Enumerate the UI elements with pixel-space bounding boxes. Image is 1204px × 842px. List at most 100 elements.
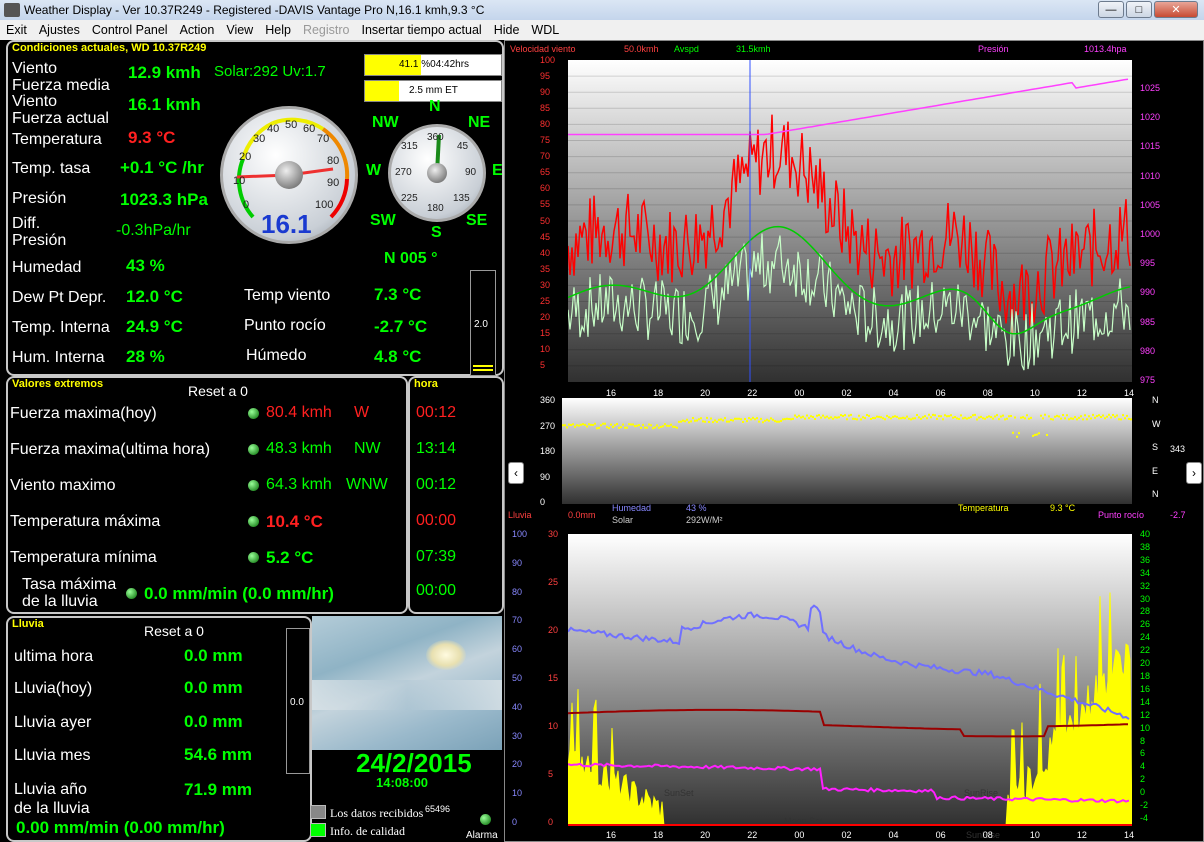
hora-panel: hora 00:12 13:14 00:12 00:00 07:39 00:00: [408, 376, 504, 614]
menu-control-panel[interactable]: Control Panel: [92, 23, 168, 37]
alarm-indicator[interactable]: [480, 814, 491, 825]
menu-registro[interactable]: Registro: [303, 23, 350, 37]
g3-y-right-tick: 10: [1140, 722, 1151, 733]
compass-tick: 225: [401, 193, 418, 204]
g3-y-right-tick: 38: [1140, 541, 1151, 552]
wind-chill-label: Temp viento: [244, 287, 331, 304]
time-max-gust-hour: 13:14: [416, 440, 457, 457]
alarm-label: Alarma: [466, 830, 498, 841]
g1-x-tick: 20: [700, 388, 711, 398]
gauge-tick: 10: [233, 175, 246, 187]
g3-x-tick: 06: [935, 830, 946, 840]
humidity-value: 43 %: [126, 256, 165, 275]
rain-last-hour-value: 0.0 mm: [184, 646, 243, 665]
g1-y-right-tick: 1005: [1140, 199, 1161, 210]
rain-reset[interactable]: Reset a 0: [144, 623, 204, 640]
menu-view[interactable]: View: [226, 23, 253, 37]
moonset-label: Moon Set: [784, 816, 823, 826]
g3-x-tick: 04: [888, 830, 899, 840]
wind-avg-value: 12.9 kmh: [128, 63, 201, 82]
rain-yesterday-value: 0.0 mm: [184, 712, 243, 731]
gauge-value: 16.1: [261, 209, 312, 239]
g1-y-tick: 40: [540, 247, 551, 258]
g3-x-tick: 22: [747, 830, 758, 840]
scroll-right-button[interactable]: ›: [1186, 462, 1202, 484]
menu-action[interactable]: Action: [180, 23, 215, 37]
g1-y-right-tick: 985: [1140, 316, 1156, 327]
status-dot: [126, 588, 137, 599]
solar-series: [568, 592, 1132, 826]
compass-tick: 135: [453, 193, 470, 204]
g3-y-right-tick: 4: [1140, 761, 1146, 772]
g3-y-tick: 0: [512, 817, 518, 827]
gauge-tick: 70: [317, 133, 330, 145]
gauge-hub: [275, 161, 303, 189]
minimize-button[interactable]: —: [1098, 1, 1124, 18]
status-dot: [248, 408, 259, 419]
pressure-value: 1023.3 hPa: [120, 190, 208, 209]
rain-bar-value: 0.0: [290, 697, 304, 708]
g3-x-tick: 14: [1124, 830, 1135, 840]
g3-y-tick: 70: [512, 615, 523, 626]
current-conditions-panel: Condiciones actuales, WD 10.37R249 Vient…: [6, 40, 504, 376]
solar-uv: Solar:292 Uv:1.7: [214, 63, 326, 80]
g3-rain-label: Lluvia: [508, 510, 532, 520]
menu-wdl[interactable]: WDL: [531, 23, 559, 37]
g3-x-tick: 16: [606, 830, 617, 840]
rain-yesterday-label: Lluvia ayer: [14, 714, 92, 731]
extremes-reset[interactable]: Reset a 0: [188, 383, 248, 400]
compass-tick: 45: [457, 141, 469, 152]
g2-y-tick: 180: [540, 446, 556, 456]
g1-y-tick: 60: [540, 183, 551, 194]
compass-sw: SW: [370, 212, 396, 229]
g3-y-right-tick: 24: [1140, 632, 1151, 643]
compass-n: N: [429, 98, 441, 115]
time-max-wind: 00:12: [416, 476, 457, 493]
rain-rate-bar: 2.0: [470, 270, 496, 376]
g1-y-tick: 45: [540, 231, 551, 242]
menu-hide[interactable]: Hide: [494, 23, 520, 37]
g3-x-tick: 20: [700, 830, 711, 840]
max-gust-today-dir: W: [354, 404, 370, 421]
rain-year-value: 71.9 mm: [184, 780, 253, 799]
gauge-tick: 30: [253, 133, 266, 145]
g1-x-tick: 04: [888, 388, 899, 398]
g3-y-mid-tick: 25: [548, 577, 559, 587]
g2-dir-tick: E: [1152, 465, 1159, 476]
g3-x-tick: 18: [653, 830, 664, 840]
g3-y-right-tick: 40: [1140, 529, 1151, 539]
menu-exit[interactable]: Exit: [6, 23, 27, 37]
g3-temp-value: 9.3 °C: [1050, 503, 1076, 513]
dew-depr-label: Dew Pt Depr.: [12, 289, 107, 306]
g3-y-right-tick: 36: [1140, 554, 1151, 565]
g2-y-tick: 0: [540, 497, 546, 507]
menu-insertar[interactable]: Insertar tiempo actual: [361, 23, 481, 37]
data-received-label: Los datos recibidos: [330, 806, 424, 820]
g1-y-tick: 30: [540, 279, 551, 290]
g3-y-right-tick: 32: [1140, 580, 1151, 591]
temp-rate-label: Temp. tasa: [12, 160, 91, 177]
scroll-left-button[interactable]: ‹: [508, 462, 524, 484]
menu-ajustes[interactable]: Ajustes: [39, 23, 80, 37]
time-max-rain-rate: 00:00: [416, 582, 457, 599]
max-wind-label: Viento maximo: [10, 477, 116, 494]
wind-chill-value: 7.3 °C: [374, 285, 422, 304]
g3-solar-label: Solar: [612, 515, 634, 525]
g1-x-tick: 12: [1076, 388, 1087, 398]
g1-x-tick: 14: [1124, 388, 1135, 398]
g3-x-tick: 08: [982, 830, 993, 840]
temp-rate-value: +0.1 °C /hr: [120, 158, 204, 177]
max-gust-hour-label: Fuerza maxima(ultima hora): [10, 441, 211, 458]
g3-dew-value: -2.7: [1170, 510, 1186, 520]
menu-help[interactable]: Help: [265, 23, 291, 37]
compass-ne: NE: [468, 114, 491, 131]
g3-y-tick: 30: [512, 730, 523, 741]
g1-pressure-value: 1013.4hpa: [1084, 44, 1127, 54]
maximize-button[interactable]: □: [1126, 1, 1152, 18]
close-button[interactable]: ✕: [1154, 1, 1198, 18]
g3-y-right-tick: 0: [1140, 787, 1146, 798]
g1-x-tick: 16: [606, 388, 617, 398]
status-dot: [248, 444, 259, 455]
temp-value: 9.3 °C: [128, 128, 176, 147]
sunset-label: SunSet: [664, 788, 694, 798]
